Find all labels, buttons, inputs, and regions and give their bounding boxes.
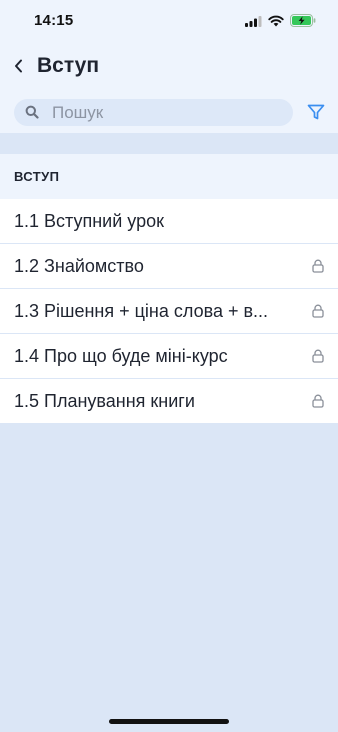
status-time: 14:15 [34, 12, 74, 29]
chevron-left-icon [14, 59, 22, 73]
search-bar[interactable] [14, 99, 293, 126]
lesson-list: 1.1 Вступний урок 1.2 Знайомство 1.3 Ріш… [0, 199, 338, 424]
cellular-signal-icon [245, 14, 262, 32]
search-icon [25, 105, 39, 124]
home-indicator[interactable] [109, 719, 229, 724]
lesson-row-1-5[interactable]: 1.5 Планування книги [0, 379, 338, 424]
lock-icon [312, 304, 324, 318]
header-area: 14:15 Вступ Пошук [0, 0, 338, 133]
page-title: Вступ [37, 54, 100, 77]
lesson-row-1-3[interactable]: 1.3 Рішення + ціна слова + в... [0, 289, 338, 334]
wifi-icon [268, 14, 284, 32]
lock-icon [312, 349, 324, 363]
section-label: ВСТУП [14, 169, 60, 184]
lesson-label: 1.5 Планування книги [14, 391, 195, 411]
status-icons [245, 14, 316, 32]
lesson-label: 1.3 Рішення + ціна слова + в... [14, 301, 269, 321]
lesson-label: 1.4 Про що буде міні-курс [14, 346, 228, 366]
filter-icon [307, 104, 325, 120]
filter-button[interactable] [306, 102, 326, 122]
section-header: ВСТУП [0, 154, 338, 199]
battery-charging-icon [290, 14, 316, 32]
nav-bar: Вступ [0, 50, 338, 84]
lesson-row-1-2[interactable]: 1.2 Знайомство [0, 244, 338, 289]
lesson-label: 1.1 Вступний урок [14, 211, 164, 231]
status-bar: 14:15 [0, 0, 338, 44]
back-button[interactable] [10, 56, 26, 76]
lesson-row-1-4[interactable]: 1.4 Про що буде міні-курс [0, 334, 338, 379]
lesson-label: 1.2 Знайомство [14, 256, 144, 276]
search-input[interactable] [52, 102, 282, 123]
lock-icon [312, 394, 324, 408]
lock-icon [312, 259, 324, 273]
lesson-row-1-1[interactable]: 1.1 Вступний урок [0, 199, 338, 244]
